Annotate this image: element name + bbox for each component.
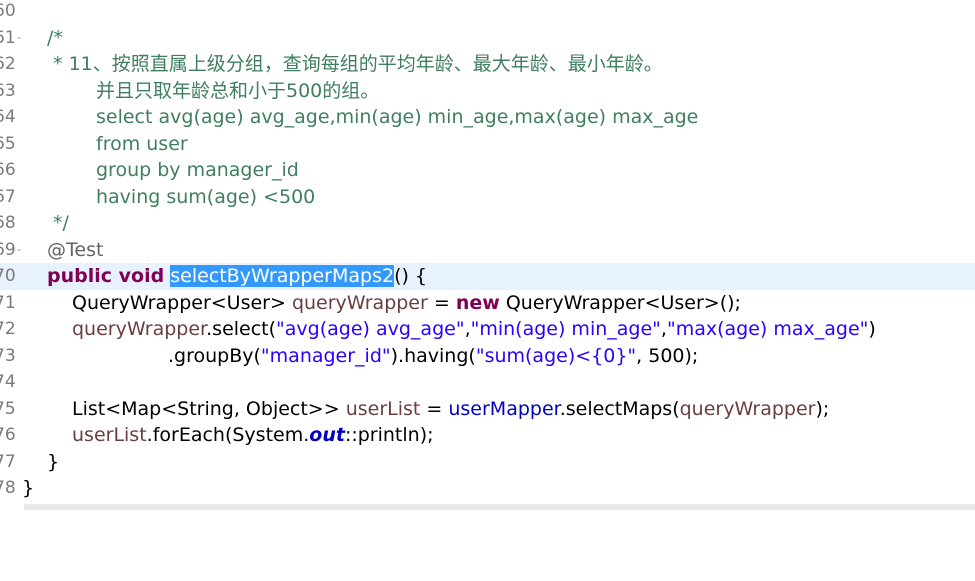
code-text: .groupBy("manager_id").having("sum(age)<…	[168, 344, 699, 367]
code-text: }	[47, 450, 60, 473]
code-line[interactable]: 68 */	[0, 210, 975, 237]
line-number: 78	[0, 478, 16, 498]
line-number: 68	[0, 213, 16, 233]
fold-collapse-icon[interactable]: -	[17, 25, 25, 52]
comment-text: */	[47, 212, 69, 234]
code-line[interactable]: 69 - @Test	[0, 237, 975, 264]
line-number: 71	[0, 292, 16, 313]
code-text: List<Map<String, Object>> userList = use…	[72, 397, 830, 420]
line-number: 75	[0, 398, 16, 419]
line-number: 70	[0, 266, 16, 286]
code-line[interactable]: 60	[0, 0, 975, 25]
line-number: 61	[0, 27, 16, 48]
editor-bottom-edge	[24, 504, 975, 510]
code-text: queryWrapper.select("avg(age) avg_age","…	[72, 318, 876, 340]
code-editor[interactable]: 60 61 - /* 62 * 11、按照直属上级分组，查询每组的平均年龄、最大…	[0, 0, 975, 510]
code-line[interactable]: 62 * 11、按照直属上级分组，查询每组的平均年龄、最大年龄、最小年龄。	[0, 51, 975, 78]
line-number: 67	[0, 186, 16, 207]
comment-text: /*	[47, 26, 63, 49]
code-line[interactable]: 78 }	[0, 475, 975, 502]
keyword: public void	[47, 265, 165, 287]
comment-text: group by manager_id	[96, 159, 299, 181]
code-line[interactable]: 61 - /*	[0, 25, 975, 52]
code-line[interactable]: 67 having sum(age) <500	[0, 184, 975, 211]
code-text: QueryWrapper<User> queryWrapper = new Qu…	[72, 291, 741, 314]
line-number: 73	[0, 345, 16, 366]
line-number: 65	[0, 133, 16, 154]
line-number: 62	[0, 54, 16, 74]
code-line[interactable]: 63 并且只取年龄总和小于500的组。	[0, 78, 975, 105]
line-number: 77	[0, 451, 16, 472]
code-line[interactable]: 72 queryWrapper.select("avg(age) avg_age…	[0, 316, 975, 343]
line-number: 76	[0, 425, 16, 445]
code-line[interactable]: 71 QueryWrapper<User> queryWrapper = new…	[0, 290, 975, 317]
selected-method-name[interactable]: selectByWrapperMaps2	[170, 265, 395, 287]
comment-text: having sum(age) <500	[96, 185, 316, 208]
code-line[interactable]: 73 .groupBy("manager_id").having("sum(ag…	[0, 343, 975, 370]
annotation-text: @Test	[47, 238, 104, 261]
comment-text: 并且只取年龄总和小于500的组。	[96, 79, 380, 102]
code-line[interactable]: 77 }	[0, 449, 975, 476]
code-line[interactable]: 66 group by manager_id	[0, 157, 975, 184]
line-number: 69	[0, 239, 16, 260]
line-number: 64	[0, 107, 16, 127]
code-line-current[interactable]: 70 public void selectByWrapperMaps2() {	[0, 263, 975, 290]
code-line[interactable]: 65 from user	[0, 131, 975, 158]
code-text: public void selectByWrapperMaps2() {	[47, 265, 428, 287]
code-text: }	[22, 477, 35, 499]
code-text: userList.forEach(System.out::println);	[72, 424, 434, 446]
code-line[interactable]: 74	[0, 369, 975, 396]
line-number: 66	[0, 160, 16, 180]
line-number: 60	[0, 1, 16, 21]
comment-text: select avg(age) avg_age,min(age) min_age…	[96, 106, 699, 128]
comment-text: * 11、按照直属上级分组，查询每组的平均年龄、最大年龄、最小年龄。	[47, 53, 663, 75]
code-line[interactable]: 75 List<Map<String, Object>> userList = …	[0, 396, 975, 423]
comment-text: from user	[96, 132, 188, 155]
line-number: 74	[0, 372, 16, 392]
line-number: 72	[0, 319, 16, 339]
fold-collapse-icon[interactable]: -	[17, 237, 25, 264]
code-line[interactable]: 76 userList.forEach(System.out::println)…	[0, 422, 975, 449]
line-number: 63	[0, 80, 16, 101]
code-line[interactable]: 64 select avg(age) avg_age,min(age) min_…	[0, 104, 975, 131]
